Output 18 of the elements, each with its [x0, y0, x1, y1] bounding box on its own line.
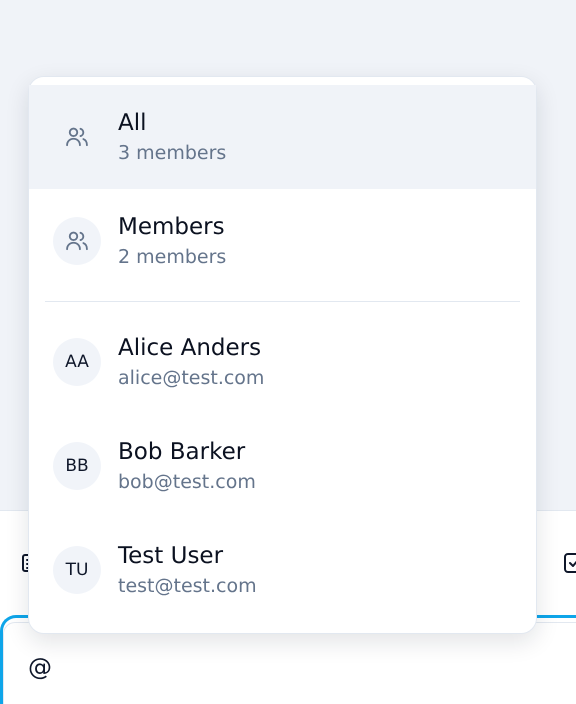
option-detail: bob@test.com [118, 470, 256, 495]
mention-option[interactable]: Members 2 members [29, 189, 536, 293]
user-avatar: BB [53, 442, 101, 490]
option-name: Test User [118, 542, 224, 571]
option-detail: test@test.com [118, 574, 257, 599]
mention-option[interactable]: BB Bob Barker bob@test.com [29, 414, 536, 518]
option-detail: alice@test.com [118, 366, 264, 391]
option-name: All [118, 109, 148, 138]
option-name: Members [118, 213, 226, 242]
user-avatar: AA [53, 338, 101, 386]
mention-option[interactable]: TU Test User test@test.com [29, 518, 536, 622]
mention-option[interactable]: All 3 members [29, 85, 536, 189]
user-avatar: TU [53, 546, 101, 594]
option-name: Bob Barker [118, 438, 246, 467]
option-detail: 2 members [118, 245, 226, 270]
option-name: Alice Anders [118, 334, 262, 363]
option-detail: 3 members [118, 141, 226, 166]
mention-option[interactable]: AA Alice Anders alice@test.com [29, 310, 536, 414]
